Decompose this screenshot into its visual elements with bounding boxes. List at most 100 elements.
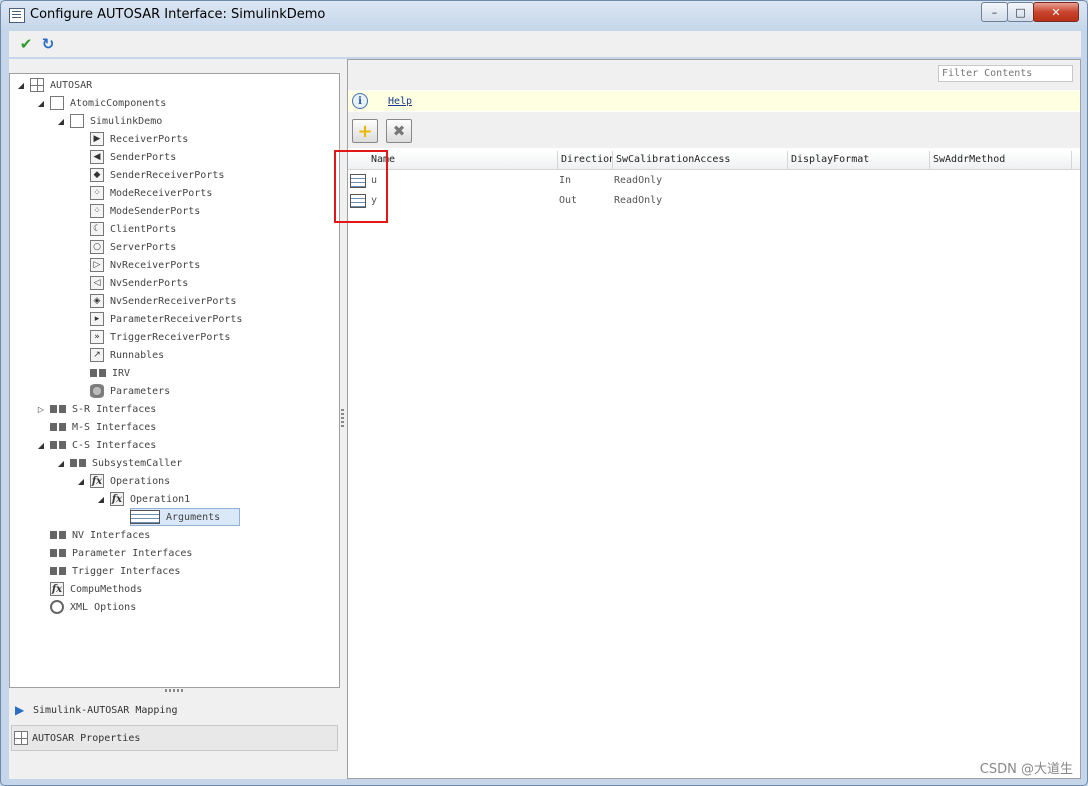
tree-item[interactable]: » TriggerReceiverPorts bbox=[76, 329, 230, 345]
content-area: ◢ AUTOSAR ◢ AtomicComponents ◢ SimulinkDemo ▶ R… bbox=[9, 59, 1081, 779]
function-icon: fx bbox=[110, 492, 124, 506]
tree-item[interactable]: IRV bbox=[76, 365, 130, 381]
tree-item[interactable]: ▶ ReceiverPorts bbox=[76, 131, 188, 147]
tree-item[interactable]: ◢ fx Operation1 bbox=[96, 491, 190, 507]
tree-item[interactable]: ◢ fx Operations bbox=[76, 473, 170, 489]
mapping-icon: ▶ bbox=[15, 703, 25, 717]
interface-icon bbox=[50, 438, 66, 452]
help-bar: i Help bbox=[348, 91, 1080, 111]
port-icon: ▶ bbox=[90, 132, 104, 146]
database-icon bbox=[90, 384, 104, 398]
tree-item-label: Trigger Interfaces bbox=[72, 565, 181, 577]
tree-item[interactable]: ▸ ParameterReceiverPorts bbox=[76, 311, 242, 327]
table-row[interactable]: y Out ReadOnly bbox=[348, 191, 1080, 211]
expand-toggle-icon[interactable]: ◢ bbox=[56, 459, 66, 468]
expand-toggle-icon[interactable]: ◢ bbox=[36, 99, 46, 108]
tree-item[interactable]: ⁘ ModeReceiverPorts bbox=[76, 185, 212, 201]
table-header: Name Direction SwCalibrationAccess Displ… bbox=[348, 151, 1080, 170]
cell-direction[interactable]: In bbox=[556, 171, 611, 191]
port-icon: ▸ bbox=[90, 312, 104, 326]
tree-item[interactable]: ◀ SenderPorts bbox=[76, 149, 176, 165]
tree-item[interactable]: ◢ AtomicComponents bbox=[36, 95, 166, 111]
tree-item-label: M-S Interfaces bbox=[72, 421, 157, 433]
refresh-icon[interactable]: ↻ bbox=[39, 35, 57, 53]
help-link[interactable]: Help bbox=[388, 96, 412, 107]
cell-name[interactable]: y bbox=[368, 191, 558, 211]
expand-toggle-icon[interactable]: ◢ bbox=[76, 477, 86, 486]
nav-autosar-properties[interactable]: AUTOSAR Properties bbox=[11, 725, 338, 751]
check-icon[interactable]: ✔ bbox=[17, 35, 35, 53]
tree-item[interactable]: ◢ SubsystemCaller bbox=[56, 455, 182, 471]
tree-item[interactable]: ○ ServerPorts bbox=[76, 239, 176, 255]
nav-simulink-autosar-mapping[interactable]: ▶ Simulink-AUTOSAR Mapping bbox=[11, 698, 336, 722]
tree-item-label: NvSenderReceiverPorts bbox=[110, 295, 237, 307]
maximize-button[interactable]: □ bbox=[1007, 2, 1034, 22]
tree-item-label: ParameterReceiverPorts bbox=[110, 313, 243, 325]
port-icon: ◆ bbox=[90, 168, 104, 182]
tree-item-label: IRV bbox=[112, 367, 131, 379]
tree-item[interactable]: ◁ NvSenderPorts bbox=[76, 275, 188, 291]
tree-item[interactable]: Arguments bbox=[116, 509, 220, 525]
tree-item[interactable]: Parameter Interfaces bbox=[36, 545, 192, 561]
add-button[interactable]: + bbox=[352, 119, 378, 143]
expand-toggle-icon[interactable]: ◢ bbox=[96, 495, 106, 504]
tree-item[interactable]: ↗ Runnables bbox=[76, 347, 164, 363]
column-header[interactable]: SwCalibrationAccess bbox=[613, 151, 788, 169]
arguments-icon bbox=[130, 510, 160, 524]
filter-input[interactable] bbox=[938, 65, 1073, 82]
cell-addr[interactable] bbox=[928, 191, 1070, 211]
tree-item[interactable]: ▷ S-R Interfaces bbox=[36, 401, 156, 417]
port-icon: » bbox=[90, 330, 104, 344]
tree-item[interactable]: XML Options bbox=[36, 599, 136, 615]
cell-format[interactable] bbox=[786, 171, 928, 191]
port-icon: ◁ bbox=[90, 276, 104, 290]
vertical-splitter[interactable] bbox=[341, 409, 344, 427]
minimize-button[interactable]: – bbox=[981, 2, 1008, 22]
horizontal-splitter[interactable] bbox=[165, 689, 183, 692]
column-header[interactable]: Direction bbox=[558, 151, 613, 169]
column-header[interactable]: SwAddrMethod bbox=[930, 151, 1072, 169]
cell-access[interactable]: ReadOnly bbox=[611, 171, 786, 191]
expand-toggle-icon[interactable]: ◢ bbox=[36, 441, 46, 450]
port-icon: ◀ bbox=[90, 150, 104, 164]
main-window: Configure AUTOSAR Interface: SimulinkDem… bbox=[0, 0, 1088, 786]
interface-icon bbox=[50, 402, 66, 416]
cell-access[interactable]: ReadOnly bbox=[611, 191, 786, 211]
tree-item[interactable]: Parameters bbox=[76, 383, 170, 399]
port-icon: ↗ bbox=[90, 348, 104, 362]
tree-item[interactable]: NV Interfaces bbox=[36, 527, 150, 543]
column-header[interactable]: DisplayFormat bbox=[788, 151, 930, 169]
tree-item-label: TriggerReceiverPorts bbox=[110, 331, 231, 343]
expand-toggle-icon[interactable]: ▷ bbox=[36, 405, 46, 414]
cell-format[interactable] bbox=[786, 191, 928, 211]
tree-item[interactable]: ⁘ ModeSenderPorts bbox=[76, 203, 200, 219]
tree-item-label: CompuMethods bbox=[70, 583, 143, 595]
tree-item-label: S-R Interfaces bbox=[72, 403, 157, 415]
tree-item[interactable]: ▷ NvReceiverPorts bbox=[76, 257, 200, 273]
expand-toggle-icon[interactable]: ◢ bbox=[56, 117, 66, 126]
close-button[interactable]: ✕ bbox=[1033, 2, 1079, 22]
tree-item[interactable]: ◢ C-S Interfaces bbox=[36, 437, 156, 453]
tree-item[interactable]: fx CompuMethods bbox=[36, 581, 142, 597]
cell-name[interactable]: u bbox=[368, 171, 558, 191]
table-row[interactable]: u In ReadOnly bbox=[348, 171, 1080, 191]
interface-icon bbox=[70, 456, 86, 470]
tree-item[interactable]: ◢ SimulinkDemo bbox=[56, 113, 162, 129]
delete-button[interactable]: ✖ bbox=[386, 119, 412, 143]
title-bar[interactable]: Configure AUTOSAR Interface: SimulinkDem… bbox=[1, 1, 1087, 29]
tree-item-label: SenderReceiverPorts bbox=[110, 169, 225, 181]
tree-item[interactable]: ◈ NvSenderReceiverPorts bbox=[76, 293, 236, 309]
tree-item-label: SenderPorts bbox=[110, 151, 177, 163]
expand-toggle-icon[interactable]: ◢ bbox=[16, 81, 26, 90]
component-icon bbox=[50, 96, 64, 110]
interface-icon bbox=[90, 366, 106, 380]
cell-addr[interactable] bbox=[928, 171, 1070, 191]
tree-item[interactable]: ◢ AUTOSAR bbox=[16, 77, 92, 93]
cell-direction[interactable]: Out bbox=[556, 191, 611, 211]
tree-item[interactable]: Trigger Interfaces bbox=[36, 563, 180, 579]
tree-item[interactable]: M-S Interfaces bbox=[36, 419, 156, 435]
tree-item[interactable]: ◆ SenderReceiverPorts bbox=[76, 167, 224, 183]
tree-item[interactable]: ☾ ClientPorts bbox=[76, 221, 176, 237]
port-icon: ○ bbox=[90, 240, 104, 254]
column-header[interactable]: Name bbox=[368, 151, 558, 169]
